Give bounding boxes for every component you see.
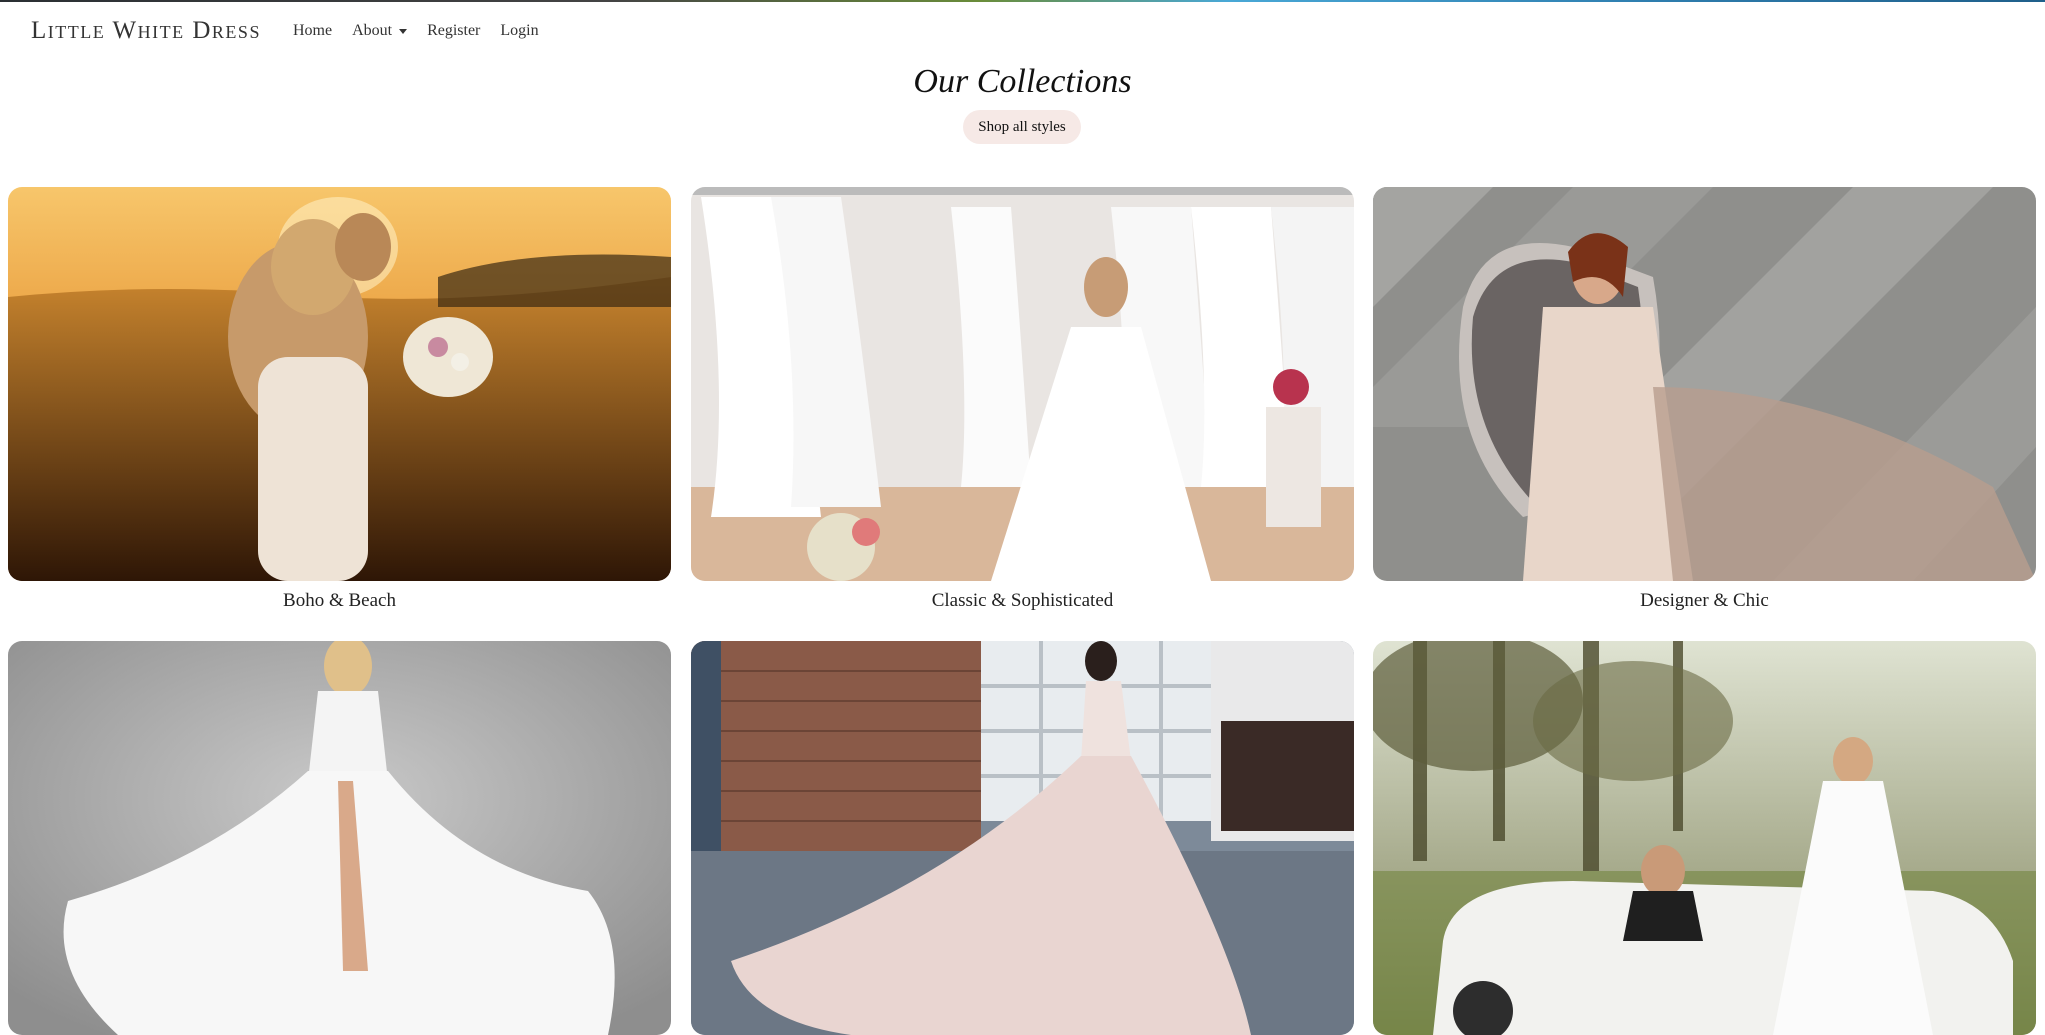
collection-photo: [1373, 187, 2036, 581]
nav-links: Home About Register Login: [293, 22, 559, 40]
collection-photo: [8, 187, 671, 581]
collection-card-designer-chic[interactable]: Designer & Chic: [1373, 187, 2036, 613]
collection-photo: [1373, 641, 2036, 1035]
collection-photo: [8, 641, 671, 1035]
collection-label: Classic & Sophisticated: [931, 590, 1114, 611]
page-title: Our Collections: [913, 63, 1132, 100]
brand-logo[interactable]: Little White Dress: [31, 17, 261, 45]
nav-login[interactable]: Login: [500, 22, 538, 40]
collection-photo: [691, 187, 1354, 581]
boho-couple-field-image: [8, 187, 671, 581]
nav-about-label: About: [352, 22, 393, 39]
collection-label: Boho & Beach: [283, 590, 396, 611]
collection-label: Designer & Chic: [1640, 590, 1769, 611]
nav-home[interactable]: Home: [293, 22, 332, 40]
flowing-satin-gown-image: [8, 641, 671, 1035]
navbar: Little White Dress Home About Register L…: [0, 2, 2045, 60]
nav-about-dropdown[interactable]: About: [352, 22, 408, 40]
nav-login-label: Login: [500, 22, 539, 39]
nav-home-label: Home: [292, 22, 333, 39]
bridal-boutique-image: [691, 187, 1354, 581]
collection-card-boho-beach[interactable]: Boho & Beach: [8, 187, 671, 613]
nav-register-label: Register: [427, 22, 481, 39]
bride-brick-loft-image: [691, 641, 1354, 1035]
nav-register[interactable]: Register: [427, 22, 480, 40]
couple-vintage-car-image: [1373, 641, 2036, 1035]
shop-all-styles-button[interactable]: Shop all styles: [963, 110, 1081, 144]
collection-photo: [691, 641, 1354, 1035]
collection-card-5[interactable]: [691, 641, 1354, 1035]
collection-card-4[interactable]: [8, 641, 671, 1035]
designer-gown-chair-image: [1373, 187, 2036, 581]
collection-card-classic-sophisticated[interactable]: Classic & Sophisticated: [691, 187, 1354, 613]
collection-card-6[interactable]: [1373, 641, 2036, 1035]
caret-down-icon: [399, 29, 408, 34]
